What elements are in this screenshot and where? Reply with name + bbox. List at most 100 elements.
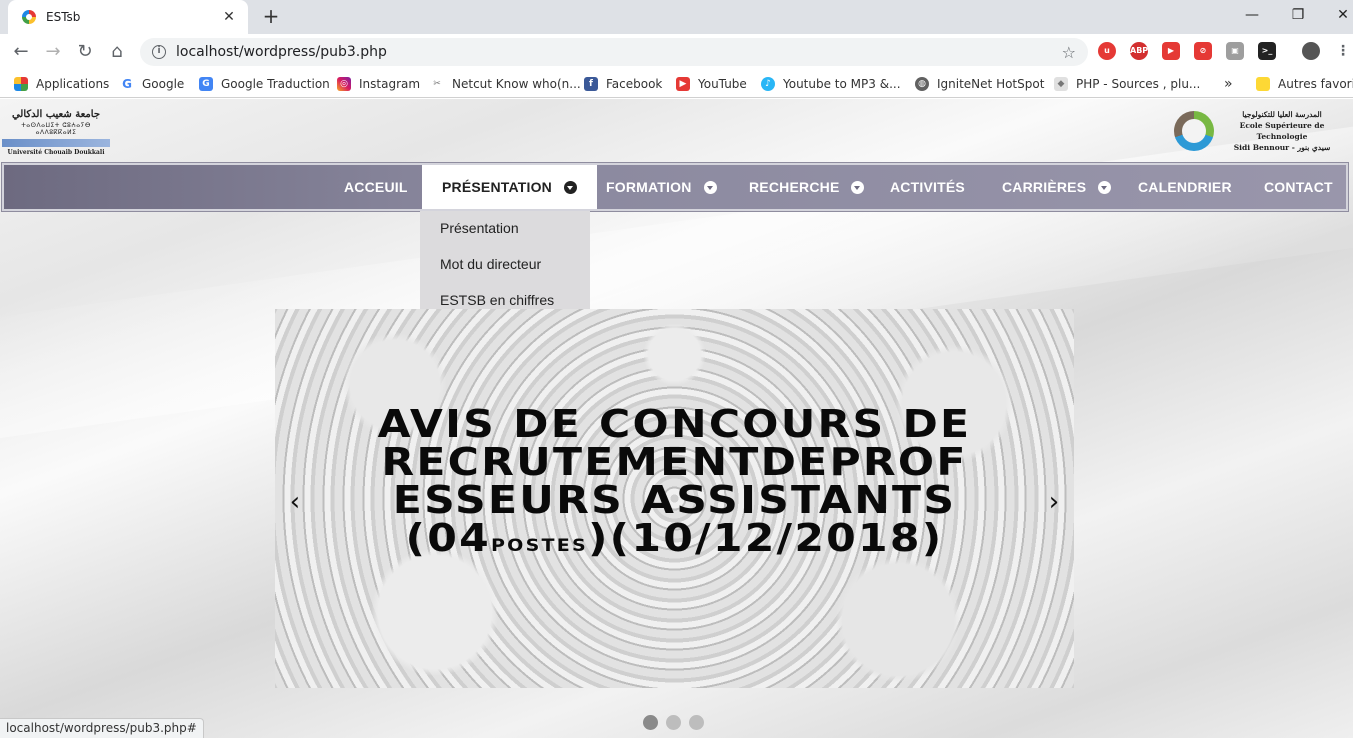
bookmark-label: Applications xyxy=(36,77,110,91)
nav-accueil[interactable]: ACCEUIL xyxy=(324,165,428,209)
tab-strip: ESTsb ✕ + — ❐ ✕ xyxy=(0,0,1353,34)
university-tifinagh-name: ⵜⴰⵙⴷⴰⵡⵉⵜ ⵛⵓⵄⴰⵢⴱ ⴰⴷⴷⵓⴽⴽⴰⵍⵉ xyxy=(21,122,91,136)
bookmark-netcut[interactable]: ✂ Netcut Know who(n... xyxy=(430,75,581,93)
dropdown-item-estsb-en-chiffres[interactable]: ESTSB en chiffres xyxy=(420,283,590,319)
new-tab-button[interactable]: + xyxy=(258,4,284,30)
bookmark-star-icon[interactable]: ☆ xyxy=(1062,43,1076,62)
nav-label: PRÉSENTATION xyxy=(442,179,552,195)
school-emblem-icon xyxy=(1174,111,1214,151)
announcement-slider[interactable]: AVIS DE CONCOURS DE RECRUTEMENTDEPROF ES… xyxy=(275,309,1074,688)
slide-text-part: postes xyxy=(490,536,588,556)
bookmark-facebook[interactable]: f Facebook xyxy=(584,75,662,93)
ublock-extension-icon[interactable]: u xyxy=(1098,42,1116,60)
slide-line: AVIS DE CONCOURS DE xyxy=(377,402,972,446)
university-arabic-name: جامعة شعيب الدكالي xyxy=(11,109,101,120)
nav-calendrier[interactable]: CALENDRIER xyxy=(1118,165,1252,209)
slide-announcement-text: AVIS DE CONCOURS DE RECRUTEMENTDEPROF ES… xyxy=(275,405,1074,565)
translate-icon: G xyxy=(199,77,213,91)
terminal-extension-icon[interactable]: >_ xyxy=(1258,42,1276,60)
globe-icon: ◍ xyxy=(915,77,929,91)
nav-label: ACCEUIL xyxy=(344,179,408,195)
presentation-dropdown-menu: Présentation Mot du directeur ESTSB en c… xyxy=(420,211,590,309)
nav-label: FORMATION xyxy=(606,179,692,195)
browser-tab[interactable]: ESTsb ✕ xyxy=(8,0,248,34)
slider-dot[interactable] xyxy=(643,715,658,730)
link-status-bar: localhost/wordpress/pub3.php# xyxy=(0,718,204,738)
address-url[interactable]: localhost/wordpress/pub3.php xyxy=(176,44,1062,60)
minimize-window-button[interactable]: — xyxy=(1229,0,1275,30)
bookmark-label: Google xyxy=(142,77,185,91)
profile-avatar-icon[interactable] xyxy=(1302,42,1320,60)
dropdown-item-presentation[interactable]: Présentation xyxy=(420,211,590,247)
slide-line: RECRUTEMENTDEPROF xyxy=(381,440,968,484)
more-bookmarks-button[interactable]: » xyxy=(1224,75,1233,93)
other-bookmarks-folder[interactable]: Autres favoris xyxy=(1256,75,1353,93)
reload-button[interactable]: ↻ xyxy=(72,40,98,64)
school-location: Sidi Bennour - سيدي بنور xyxy=(1233,143,1331,152)
home-button[interactable]: ⌂ xyxy=(104,40,130,64)
site-info-icon[interactable]: i xyxy=(152,45,166,59)
google-icon: G xyxy=(120,77,134,91)
university-french-name: Université Chouaib Doukkali xyxy=(7,149,105,156)
bookmark-youtube-mp3[interactable]: ♪ Youtube to MP3 &... xyxy=(761,75,901,93)
school-logo[interactable]: المدرسة العليا للتكنولوجيا Ecole Supérie… xyxy=(1174,107,1346,155)
nav-label: RECHERCHE xyxy=(749,179,840,195)
bookmark-google[interactable]: G Google xyxy=(120,75,184,93)
image-extension-icon[interactable]: ▣ xyxy=(1226,42,1244,60)
nav-contact[interactable]: CONTACT xyxy=(1244,165,1353,209)
block-extension-icon[interactable]: ⊘ xyxy=(1194,42,1212,60)
slider-prev-arrow-icon[interactable]: ‹ xyxy=(283,489,307,515)
bookmark-label: Facebook xyxy=(606,77,663,91)
browser-toolbar: ← → ↻ ⌂ i localhost/wordpress/pub3.php ☆… xyxy=(0,34,1353,70)
slider-dot[interactable] xyxy=(666,715,681,730)
bookmark-instagram[interactable]: ◎ Instagram xyxy=(337,75,420,93)
dropdown-caret-icon xyxy=(1098,180,1112,194)
slider-next-arrow-icon[interactable]: › xyxy=(1042,489,1066,515)
school-arabic-name: المدرسة العليا للتكنولوجيا xyxy=(1242,110,1322,119)
nav-label: CONTACT xyxy=(1264,179,1333,195)
bookmark-applications[interactable]: Applications xyxy=(14,75,109,93)
bookmark-google-translate[interactable]: G Google Traduction xyxy=(199,75,330,93)
bookmark-ignitenet[interactable]: ◍ IgniteNet HotSpot xyxy=(915,75,1044,93)
video-extension-icon[interactable]: ▶ xyxy=(1162,42,1180,60)
main-navigation: ACCEUIL PRÉSENTATION FORMATION RECHERCHE… xyxy=(2,163,1348,211)
php-site-icon: ◆ xyxy=(1054,77,1068,91)
apps-grid-icon xyxy=(14,77,28,91)
bookmark-label: Netcut Know who(n... xyxy=(452,77,581,91)
nav-carrieres[interactable]: CARRIÈRES xyxy=(982,165,1131,209)
forward-button[interactable]: → xyxy=(40,40,66,64)
bookmark-label: Autres favoris xyxy=(1278,77,1353,91)
adblock-plus-extension-icon[interactable]: ABP xyxy=(1130,42,1148,60)
tab-title: ESTsb xyxy=(46,10,81,24)
address-bar[interactable]: i localhost/wordpress/pub3.php ☆ xyxy=(140,38,1088,66)
back-button[interactable]: ← xyxy=(8,40,34,64)
slide-line: ESSEURS ASSISTANTS xyxy=(392,478,957,522)
bookmark-youtube[interactable]: ▶ YouTube xyxy=(676,75,747,93)
scissors-icon: ✂ xyxy=(430,77,444,91)
bookmark-label: YouTube xyxy=(698,77,747,91)
school-french-name: Ecole Supérieure de Technologie xyxy=(1239,121,1325,141)
nav-label: CALENDRIER xyxy=(1138,179,1232,195)
bookmark-label: IgniteNet HotSpot xyxy=(937,77,1045,91)
close-window-button[interactable]: ✕ xyxy=(1320,0,1353,30)
nav-recherche[interactable]: RECHERCHE xyxy=(729,165,884,209)
nav-activites[interactable]: ACTIVITÉS xyxy=(870,165,985,209)
slider-pagination xyxy=(643,715,704,730)
bookmark-label: Google Traduction xyxy=(221,77,330,91)
dropdown-item-mot-du-directeur[interactable]: Mot du directeur xyxy=(420,247,590,283)
nav-formation[interactable]: FORMATION xyxy=(586,165,737,209)
restore-window-button[interactable]: ❐ xyxy=(1275,0,1321,30)
dropdown-caret-icon xyxy=(564,180,577,194)
school-logo-text: المدرسة العليا للتكنولوجيا Ecole Supérie… xyxy=(1218,109,1346,153)
nav-presentation[interactable]: PRÉSENTATION xyxy=(422,165,597,209)
bookmark-label: Instagram xyxy=(359,77,421,91)
menu-kebab-icon[interactable]: ⋮ xyxy=(1334,42,1352,60)
slider-dot[interactable] xyxy=(689,715,704,730)
bookmark-label: Youtube to MP3 &... xyxy=(783,77,901,91)
bookmarks-bar: Applications G Google G Google Traductio… xyxy=(0,70,1353,98)
university-logo[interactable]: جامعة شعيب الدكالي ⵜⴰⵙⴷⴰⵡⵉⵜ ⵛⵓⵄⴰⵢⴱ ⴰⴷⴷⵓⴽ… xyxy=(2,109,110,156)
close-tab-icon[interactable]: ✕ xyxy=(220,9,238,25)
slide-line: (04postes)(10/12/2018) xyxy=(275,519,1074,565)
music-converter-icon: ♪ xyxy=(761,77,775,91)
bookmark-php-sources[interactable]: ◆ PHP - Sources , plu... xyxy=(1054,75,1200,93)
